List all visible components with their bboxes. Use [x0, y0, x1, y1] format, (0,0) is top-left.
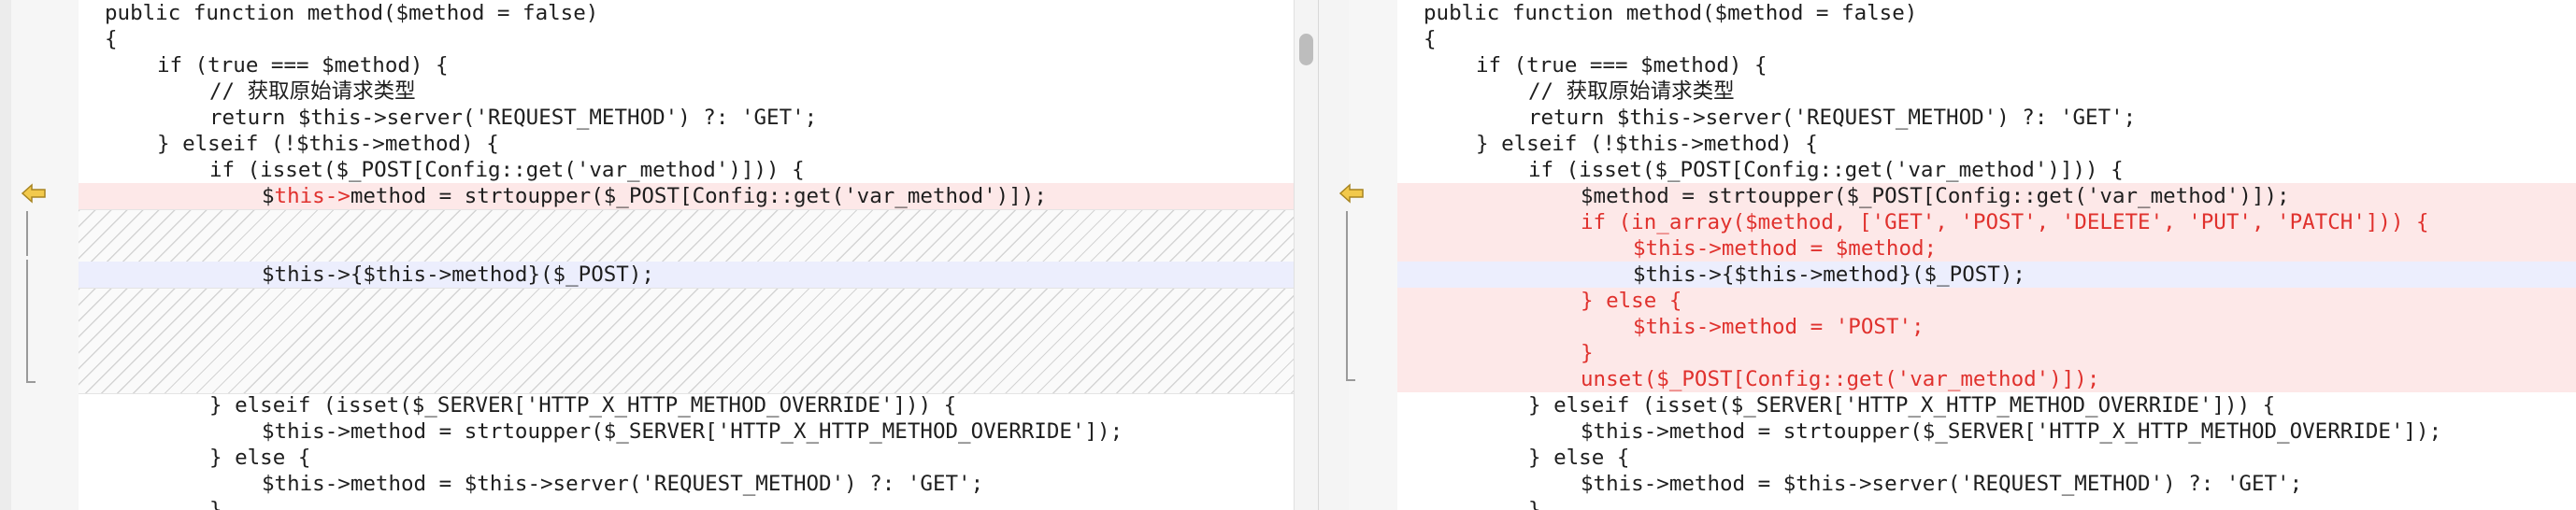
code-text: $this->method = strtoupper($_SERVER['HTT… [262, 419, 1123, 444]
code-text: } [1581, 341, 1594, 365]
code-text: if (isset($_POST[Config::get('var_method… [1528, 158, 2124, 182]
code-text: $this->method = strtoupper($_POST[Config… [262, 183, 1047, 209]
code-line[interactable]: $method = strtoupper($_POST[Config::get(… [1397, 183, 2576, 209]
code-text: { [105, 27, 118, 51]
code-line[interactable]: // 获取原始请求类型 [79, 78, 1294, 105]
code-line[interactable]: $this->{$this->method}($_POST); [79, 262, 1294, 288]
code-text: $this->method = 'POST'; [1633, 315, 1925, 339]
code-line[interactable]: } else { [79, 445, 1294, 471]
code-line[interactable]: { [79, 26, 1294, 52]
code-line[interactable]: if (true === $method) { [79, 52, 1294, 78]
right-code-pane[interactable]: public function method($method = false){… [1397, 0, 2576, 510]
code-line[interactable]: } elseif (isset($_SERVER['HTTP_X_HTTP_ME… [79, 392, 1294, 418]
code-line[interactable]: $this->method = $method; [1397, 235, 2576, 262]
code-line[interactable]: $this->method = $this->server('REQUEST_M… [79, 471, 1294, 497]
code-text: $this->{$this->method}($_POST); [1633, 262, 2025, 287]
code-text: } else { [1581, 289, 1682, 313]
code-text: $this->method = $this->server('REQUEST_M… [1581, 472, 2303, 496]
diff-arrow-icon[interactable] [21, 182, 47, 205]
code-line[interactable]: $this->method = strtoupper($_POST[Config… [79, 183, 1294, 209]
code-line[interactable]: public function method($method = false) [79, 0, 1294, 26]
change-bracket [26, 211, 36, 256]
code-text: $this->method = strtoupper($_SERVER['HTT… [1581, 419, 2442, 444]
code-line[interactable]: } else { [1397, 288, 2576, 314]
code-line[interactable]: $this->method = $this->server('REQUEST_M… [1397, 471, 2576, 497]
code-text: $this->{$this->method}($_POST); [262, 262, 654, 287]
code-line[interactable]: if (true === $method) { [1397, 52, 2576, 78]
code-text: $method = strtoupper($_POST[Config::get(… [1581, 184, 2290, 208]
right-gutter [1349, 0, 1397, 510]
code-token: $ [262, 184, 275, 208]
code-line[interactable]: $this->method = strtoupper($_SERVER['HTT… [79, 418, 1294, 445]
code-text: if (true === $method) { [1476, 53, 1767, 78]
code-line[interactable]: } elseif (!$this->method) { [1397, 131, 2576, 157]
code-line[interactable]: } elseif (!$this->method) { [79, 131, 1294, 157]
code-line[interactable]: $this->method = 'POST'; [1397, 314, 2576, 340]
code-line[interactable]: } [1397, 497, 2576, 510]
code-line[interactable]: } [1397, 340, 2576, 366]
code-line[interactable]: $this->{$this->method}($_POST); [1397, 262, 2576, 288]
code-text: $this->method = $method; [1633, 236, 1938, 261]
code-text: // 获取原始请求类型 [1528, 79, 1735, 104]
code-text: } [1528, 498, 1541, 510]
code-text: if (isset($_POST[Config::get('var_method… [209, 158, 805, 182]
code-line[interactable]: if (in_array($method, ['GET', 'POST', 'D… [1397, 209, 2576, 235]
code-token-changed: this-> [274, 184, 351, 208]
code-line[interactable]: } [79, 497, 1294, 510]
scrollbar-thumb[interactable] [1299, 34, 1313, 65]
diff-gap-hatch [79, 209, 1294, 263]
change-bracket-end [26, 372, 36, 383]
code-line[interactable]: return $this->server('REQUEST_METHOD') ?… [1397, 105, 2576, 131]
code-text: if (in_array($method, ['GET', 'POST', 'D… [1581, 210, 2429, 234]
code-text: public function method($method = false) [1424, 1, 1918, 25]
code-line[interactable]: } elseif (isset($_SERVER['HTTP_X_HTTP_ME… [1397, 392, 2576, 418]
center-divider [1294, 0, 1351, 510]
code-line[interactable]: return $this->server('REQUEST_METHOD') ?… [79, 105, 1294, 131]
code-line[interactable]: if (isset($_POST[Config::get('var_method… [79, 157, 1294, 183]
diff-arrow-icon[interactable] [1338, 182, 1365, 205]
change-bracket-end [1346, 370, 1355, 381]
code-line[interactable]: if (isset($_POST[Config::get('var_method… [1397, 157, 2576, 183]
code-line[interactable]: // 获取原始请求类型 [1397, 78, 2576, 105]
change-bracket [26, 260, 36, 372]
left-code-pane[interactable]: public function method($method = false){… [79, 0, 1294, 510]
code-text: } elseif (isset($_SERVER['HTTP_X_HTTP_ME… [1528, 393, 2276, 418]
code-text: return $this->server('REQUEST_METHOD') ?… [209, 106, 818, 130]
code-text: return $this->server('REQUEST_METHOD') ?… [1528, 106, 2137, 130]
left-gutter [0, 0, 79, 510]
code-line[interactable]: public function method($method = false) [1397, 0, 2576, 26]
code-text: } elseif (!$this->method) { [1476, 132, 1818, 156]
code-text: public function method($method = false) [105, 1, 599, 25]
diff-gap-hatch [79, 288, 1294, 394]
left-gutter-strip [0, 0, 11, 510]
code-text: $this->method = $this->server('REQUEST_M… [262, 472, 984, 496]
code-line[interactable]: unset($_POST[Config::get('var_method')])… [1397, 366, 2576, 392]
code-text: // 获取原始请求类型 [209, 79, 416, 104]
code-line[interactable]: } else { [1397, 445, 2576, 471]
code-token: method = strtoupper($_POST[Config::get('… [350, 184, 1047, 208]
code-text: unset($_POST[Config::get('var_method')])… [1581, 367, 2100, 391]
code-text: } else { [209, 446, 311, 470]
code-line[interactable]: { [1397, 26, 2576, 52]
divider-line [1318, 0, 1319, 510]
code-text: { [1424, 27, 1437, 51]
code-text: } else { [1528, 446, 1630, 470]
change-bracket [1346, 211, 1355, 370]
code-line[interactable]: $this->method = strtoupper($_SERVER['HTT… [1397, 418, 2576, 445]
code-text: } [209, 498, 222, 510]
diff-viewer: public function method($method = false){… [0, 0, 2576, 510]
code-text: if (true === $method) { [157, 53, 449, 78]
code-text: } elseif (isset($_SERVER['HTTP_X_HTTP_ME… [209, 393, 957, 418]
code-text: } elseif (!$this->method) { [157, 132, 499, 156]
